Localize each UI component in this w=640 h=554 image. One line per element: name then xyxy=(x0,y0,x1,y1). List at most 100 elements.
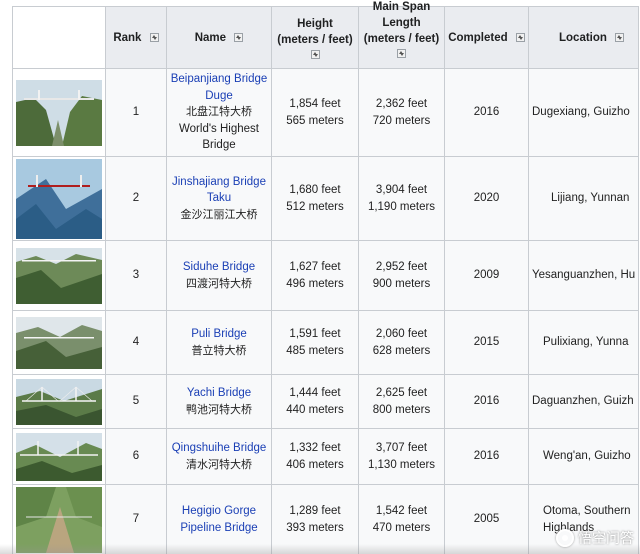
header-span-label: Main Span xyxy=(372,1,431,13)
header-completed[interactable]: Completed xyxy=(444,6,529,69)
thumbnail-cell[interactable] xyxy=(12,310,106,375)
bridge-name-zh: 四渡河特大桥 xyxy=(186,277,252,290)
span-cell: 3,707 feet 1,130 meters xyxy=(358,428,445,485)
height-meters: 440 meters xyxy=(286,403,344,416)
location-text: Lijiang, Yunnan xyxy=(551,192,630,205)
span-meters: 628 meters xyxy=(372,344,431,357)
completed-cell: 2009 xyxy=(444,240,529,311)
bridge-photo[interactable] xyxy=(16,316,102,369)
span-meters: 1,190 meters xyxy=(367,200,436,213)
table-row: 4 Puli Bridge 普立特大桥 1,591 feet 485 meter… xyxy=(12,310,640,375)
header-location[interactable]: Location xyxy=(527,6,640,69)
name-cell: Siduhe Bridge 四渡河特大桥 xyxy=(166,240,272,311)
location-text: Pulixiang, Yunna xyxy=(543,336,629,349)
header-height-label: Height xyxy=(297,18,333,30)
sort-icon[interactable] xyxy=(515,32,525,42)
bridge-name-link[interactable]: Puli Bridge xyxy=(170,326,268,343)
bottom-shade xyxy=(0,544,640,554)
span-meters: 470 meters xyxy=(372,521,431,534)
location-cell: Pulixiang, Yunna xyxy=(527,310,640,375)
span-feet: 1,542 feet xyxy=(375,505,428,517)
thumbnail-cell[interactable] xyxy=(12,68,106,157)
height-meters: 496 meters xyxy=(286,277,344,290)
height-feet: 1,444 feet xyxy=(289,387,341,399)
header-rank-label: Rank xyxy=(113,31,142,44)
location-cell: Daguanzhen, Guizh xyxy=(527,374,640,429)
tallest-bridges-table: Rank Name Height (meters / feet) Main Sp… xyxy=(12,1,640,554)
rank-cell: 6 xyxy=(105,428,167,485)
span-cell: 2,625 feet 800 meters xyxy=(358,374,445,429)
rank-cell: 5 xyxy=(105,374,167,429)
bridge-photo[interactable] xyxy=(16,486,102,553)
location-cell: Yesanguanzhen, Hu xyxy=(527,240,640,311)
rank-cell: 3 xyxy=(105,240,167,311)
height-feet: 1,854 feet xyxy=(289,98,341,110)
bridge-name-link[interactable]: Jinshajiang Bridge Taku xyxy=(170,174,268,207)
span-cell: 2,952 feet 900 meters xyxy=(358,240,445,311)
thumbnail-cell[interactable] xyxy=(12,240,106,311)
bridge-photo[interactable] xyxy=(16,158,102,239)
header-rank[interactable]: Rank xyxy=(105,6,167,69)
bridge-name-link[interactable]: Qingshuihe Bridge xyxy=(170,440,268,457)
screenshot-frame: Rank Name Height (meters / feet) Main Sp… xyxy=(0,0,640,554)
bridge-name-link[interactable]: Hegigio Gorge Pipeline Bridge xyxy=(170,503,268,536)
height-cell: 1,591 feet 485 meters xyxy=(271,310,359,375)
sort-icon[interactable] xyxy=(397,49,406,58)
name-cell: Puli Bridge 普立特大桥 xyxy=(166,310,272,375)
bridge-name-link[interactable]: Siduhe Bridge xyxy=(170,259,268,276)
sort-icon[interactable] xyxy=(310,50,320,59)
bridge-name-zh: 普立特大桥 xyxy=(191,344,247,357)
location-text: Dugexiang, Guizho xyxy=(532,106,630,119)
logo-icon xyxy=(556,529,574,547)
name-cell: Beipanjiang Bridge Duge 北盘江特大桥 World's H… xyxy=(166,68,272,157)
sort-icon[interactable] xyxy=(234,32,244,42)
bridge-name-zh: 鸭池河特大桥 xyxy=(186,403,252,416)
span-feet: 2,060 feet xyxy=(375,328,428,340)
span-feet: 2,625 feet xyxy=(375,387,428,399)
bridge-name-link[interactable]: Yachi Bridge xyxy=(170,385,268,402)
sort-icon[interactable] xyxy=(149,32,159,42)
header-span-unit: (meters / feet) xyxy=(363,33,440,45)
header-name-label: Name xyxy=(194,31,227,44)
thumbnail-cell[interactable] xyxy=(12,428,106,485)
completed-cell: 2016 xyxy=(444,68,529,157)
location-cell: Weng'an, Guizho xyxy=(527,428,640,485)
rank-cell: 1 xyxy=(105,68,167,157)
completed-cell: 2020 xyxy=(444,156,529,241)
header-name[interactable]: Name xyxy=(166,6,272,69)
table-row: 5 Yachi Bridge 鸭池河特大桥 1,444 feet 440 met… xyxy=(12,374,640,429)
bridge-photo[interactable] xyxy=(16,247,102,304)
table-row: 3 Siduhe Bridge 四渡河特大桥 1,627 feet 496 me… xyxy=(12,240,640,311)
height-meters: 565 meters xyxy=(286,114,344,127)
span-cell: 3,904 feet 1,190 meters xyxy=(358,156,445,241)
sort-icon[interactable] xyxy=(615,32,625,42)
span-feet: 2,362 feet xyxy=(375,98,428,110)
table-row: 1 Beipanjiang Bridge Duge 北盘江特大桥 World's… xyxy=(12,68,640,157)
header-height[interactable]: Height (meters / feet) xyxy=(271,6,359,69)
height-meters: 393 meters xyxy=(286,521,344,534)
bridge-photo[interactable] xyxy=(16,432,102,481)
table-row: 2 Jinshajiang Bridge Taku 金沙江丽江大桥 1,680 … xyxy=(12,156,640,241)
height-feet: 1,680 feet xyxy=(289,184,341,196)
location-text: Weng'an, Guizho xyxy=(543,450,631,463)
bridge-photo[interactable] xyxy=(16,79,102,146)
name-cell: Yachi Bridge 鸭池河特大桥 xyxy=(166,374,272,429)
span-meters: 720 meters xyxy=(372,114,431,127)
bridge-name-link[interactable]: Beipanjiang Bridge Duge xyxy=(170,71,268,104)
header-row: Rank Name Height (meters / feet) Main Sp… xyxy=(12,1,640,69)
completed-cell: 2015 xyxy=(444,310,529,375)
height-meters: 485 meters xyxy=(286,344,344,357)
completed-cell: 2016 xyxy=(444,428,529,485)
height-feet: 1,627 feet xyxy=(289,261,341,273)
completed-cell: 2016 xyxy=(444,374,529,429)
thumbnail-cell[interactable] xyxy=(12,374,106,429)
height-cell: 1,680 feet 512 meters xyxy=(271,156,359,241)
header-image xyxy=(12,6,106,69)
bridge-photo[interactable] xyxy=(16,378,102,425)
bridge-note: World's Highest Bridge xyxy=(179,122,259,152)
span-meters: 1,130 meters xyxy=(367,458,436,471)
thumbnail-cell[interactable] xyxy=(12,156,106,241)
bridge-name-zh: 金沙江丽江大桥 xyxy=(180,208,258,221)
header-span[interactable]: Main Span Length (meters / feet) xyxy=(358,1,445,69)
height-feet: 1,591 feet xyxy=(289,328,341,340)
